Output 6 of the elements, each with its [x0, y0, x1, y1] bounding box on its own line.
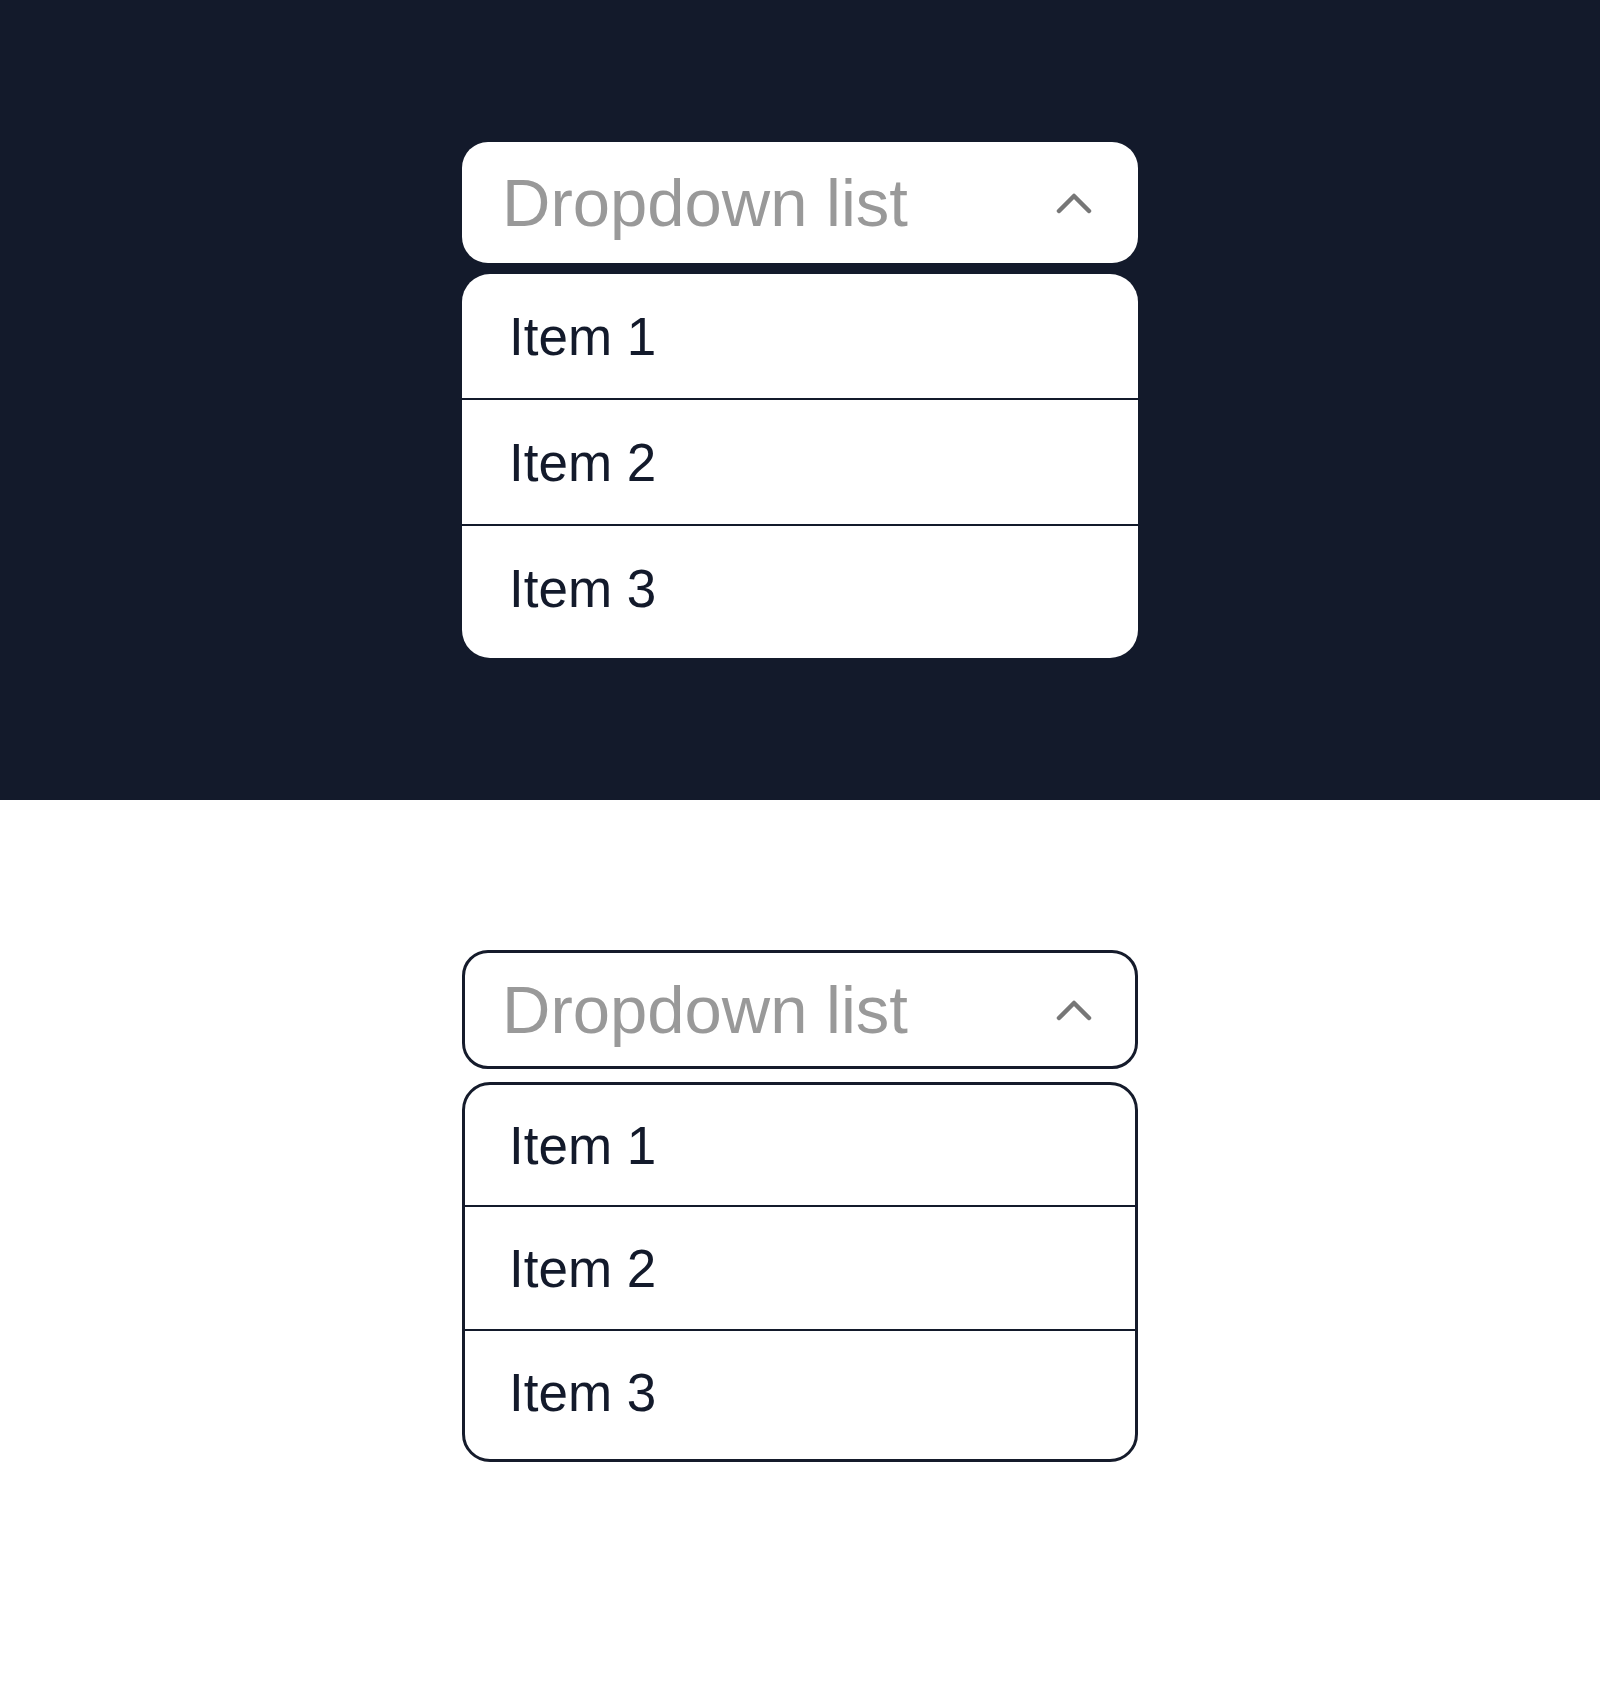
dropdown-option[interactable]: Item 3	[465, 1329, 1135, 1453]
dropdown-option[interactable]: Item 2	[465, 1205, 1135, 1329]
dropdown-option[interactable]: Item 3	[462, 524, 1138, 650]
dropdown-option[interactable]: Item 1	[465, 1085, 1135, 1205]
dropdown-option[interactable]: Item 1	[462, 274, 1138, 398]
dropdown-option[interactable]: Item 2	[462, 398, 1138, 524]
